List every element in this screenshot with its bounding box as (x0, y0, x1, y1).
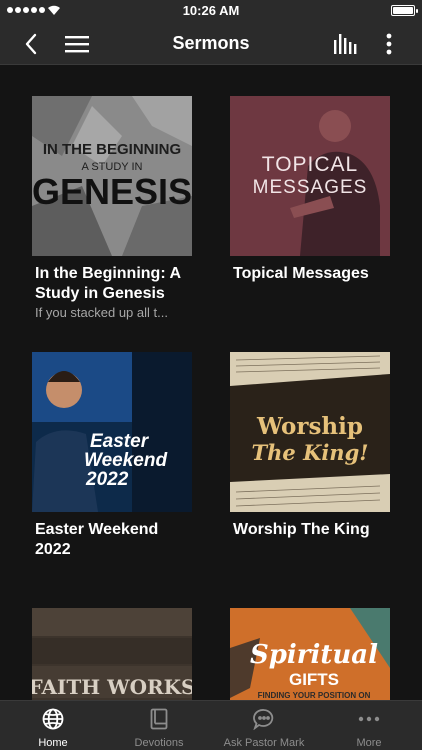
book-icon (150, 708, 168, 730)
equalizer-icon (334, 34, 357, 54)
tab-home[interactable]: Home (0, 701, 106, 750)
art-line-3: FINDING YOUR POSITION ON (258, 691, 371, 700)
audio-button[interactable] (330, 30, 360, 58)
tab-devotions[interactable]: Devotions (106, 701, 212, 750)
tab-label: Devotions (134, 737, 184, 749)
series-artwork: TOPICAL MESSAGES (230, 96, 390, 256)
series-artwork: Easter Weekend 2022 (32, 352, 192, 512)
series-title: Easter Weekend 2022 (35, 521, 159, 558)
series-card-worship-the-king[interactable]: Worship The King! Worship The King (230, 352, 390, 540)
art-line-2: GIFTS (289, 670, 339, 689)
tab-label: More (356, 737, 382, 749)
art-line-1: Worship (256, 413, 363, 440)
series-card-faith-works[interactable]: FAITH WORKS (32, 608, 192, 700)
tab-more[interactable]: More (316, 701, 422, 750)
series-title: Worship The King (233, 521, 370, 538)
series-title: Topical Messages (233, 265, 369, 282)
art-line-1: IN THE BEGINNING (43, 141, 181, 158)
art-line-2: The King! (252, 440, 369, 465)
art-line-2: MESSAGES (253, 177, 368, 198)
tab-label: Home (38, 737, 68, 749)
art-line-1: Spiritual (250, 640, 378, 670)
series-artwork: IN THE BEGINNING A STUDY IN GENESIS (32, 96, 192, 256)
series-card-easter-weekend-2022[interactable]: Easter Weekend 2022 Easter Weekend 2022 (32, 352, 192, 560)
art-line-1: FAITH WORKS (32, 675, 192, 699)
more-options-button[interactable] (378, 30, 400, 58)
art-line-1: TOPICAL (262, 153, 358, 176)
series-artwork: Worship The King! (230, 352, 390, 512)
art-line-1: Easter (90, 431, 150, 452)
tab-label: Ask Pastor Mark (223, 737, 305, 749)
art-line-2: Weekend (84, 450, 167, 471)
series-title: In the Beginning: A Study in Genesis (35, 265, 181, 302)
art-line-3: 2022 (85, 469, 129, 490)
globe-icon (42, 708, 64, 730)
battery-icon (391, 5, 418, 16)
more-dots-icon (358, 716, 380, 722)
series-artwork: FAITH WORKS (32, 608, 192, 700)
tab-ask-pastor-mark[interactable]: Ask Pastor Mark (211, 701, 317, 750)
status-time: 10:26 AM (182, 3, 240, 18)
vertical-dots-icon (386, 33, 392, 55)
bottom-tab-bar: Home Devotions Ask Pastor Mark More (0, 700, 422, 750)
navigation-bar: Sermons (0, 22, 422, 65)
series-card-topical-messages[interactable]: TOPICAL MESSAGES Topical Messages (230, 96, 390, 284)
chat-bubble-icon (253, 709, 274, 730)
series-card-spiritual-gifts[interactable]: Spiritual GIFTS FINDING YOUR POSITION ON (230, 608, 390, 700)
status-bar: 10:26 AM (0, 0, 422, 22)
art-line-3: GENESIS (32, 171, 192, 212)
sermon-series-grid: IN THE BEGINNING A STUDY IN GENESIS In t… (0, 96, 422, 700)
series-card-genesis[interactable]: IN THE BEGINNING A STUDY IN GENESIS In t… (32, 96, 192, 322)
series-artwork: Spiritual GIFTS FINDING YOUR POSITION ON (230, 608, 390, 700)
series-description: If you stacked up all t... (35, 305, 168, 320)
